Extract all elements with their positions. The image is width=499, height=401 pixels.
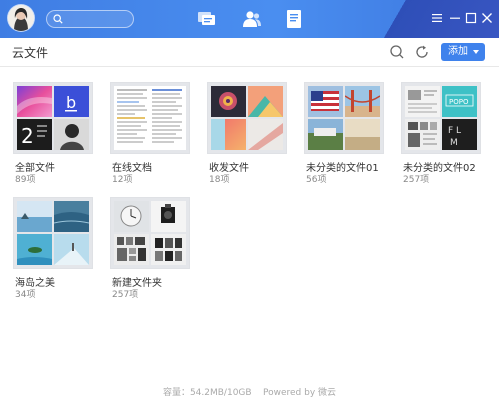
thumbnail-image (405, 86, 440, 117)
document-icon[interactable] (283, 8, 305, 30)
contacts-icon[interactable] (241, 8, 263, 30)
thumbnail-image (405, 119, 440, 150)
thumbnail-image: b (54, 86, 89, 117)
folder-thumbnail (110, 197, 190, 269)
thumbnail-image (54, 119, 89, 150)
svg-text:2: 2 (21, 124, 34, 148)
folder-count: 56项 (306, 175, 327, 185)
maximize-icon[interactable] (465, 12, 477, 24)
refresh-icon[interactable] (414, 44, 430, 60)
svg-text:M: M (450, 138, 458, 148)
add-button-label: 添加 (448, 46, 468, 57)
storage-footer: 容量：54.2MB/10GB Powered by 微云 (162, 388, 337, 398)
folder-count: 18项 (209, 175, 230, 185)
thumbnail-image (211, 119, 246, 150)
folder-count: 34项 (15, 290, 36, 300)
thumbnail-image (17, 234, 52, 265)
folder-count: 12项 (112, 175, 133, 185)
folder-thumbnail (13, 197, 93, 269)
thumbnail-image (114, 234, 149, 265)
thumbnail-image (54, 201, 89, 232)
folder-thumbnail (207, 82, 287, 154)
search-icon[interactable] (389, 44, 405, 60)
folder-count: 89项 (15, 175, 36, 185)
avatar[interactable] (8, 5, 34, 31)
search-input[interactable] (46, 10, 134, 28)
thumbnail-image (114, 201, 149, 232)
thumbnail-image (151, 201, 186, 232)
thumbnail-image (308, 86, 343, 117)
thumbnail-image (345, 86, 380, 117)
folder-count: 257项 (112, 290, 139, 300)
thumbnail-image (248, 86, 283, 117)
thumbnail-image (248, 119, 283, 150)
folder-thumbnail: POPO F L M (401, 82, 481, 154)
folder-thumbnail (304, 82, 384, 154)
close-icon[interactable] (481, 12, 493, 24)
thumbnail-image (54, 234, 89, 265)
folder-count: 257项 (403, 175, 430, 185)
thumbnail-image (308, 119, 343, 150)
thumbnail-image: POPO (442, 86, 477, 117)
thumbnail-image: 2 (17, 119, 52, 150)
thumbnail-image (151, 234, 186, 265)
document-preview (114, 86, 186, 150)
folder-thumbnail: b 2 (13, 82, 93, 154)
thumbnail-image (17, 86, 52, 117)
top-bar (0, 0, 499, 38)
thumbnail-image (211, 86, 246, 117)
menu-icon[interactable] (431, 12, 443, 24)
thumbnail-image (17, 201, 52, 232)
toolbar: 云文件 添加 (0, 38, 499, 67)
svg-text:F L: F L (448, 126, 461, 136)
minimize-icon[interactable] (449, 12, 461, 24)
thumbnail-image: F L M (442, 119, 477, 150)
svg-text:b: b (66, 93, 76, 112)
chat-icon[interactable] (196, 8, 218, 30)
svg-text:POPO: POPO (449, 98, 469, 106)
page-title: 云文件 (12, 46, 49, 60)
folder-thumbnail (110, 82, 190, 154)
add-button[interactable]: 添加 (441, 43, 485, 61)
search-icon (53, 14, 63, 24)
thumbnail-image (345, 119, 380, 150)
chevron-down-icon (473, 50, 479, 54)
